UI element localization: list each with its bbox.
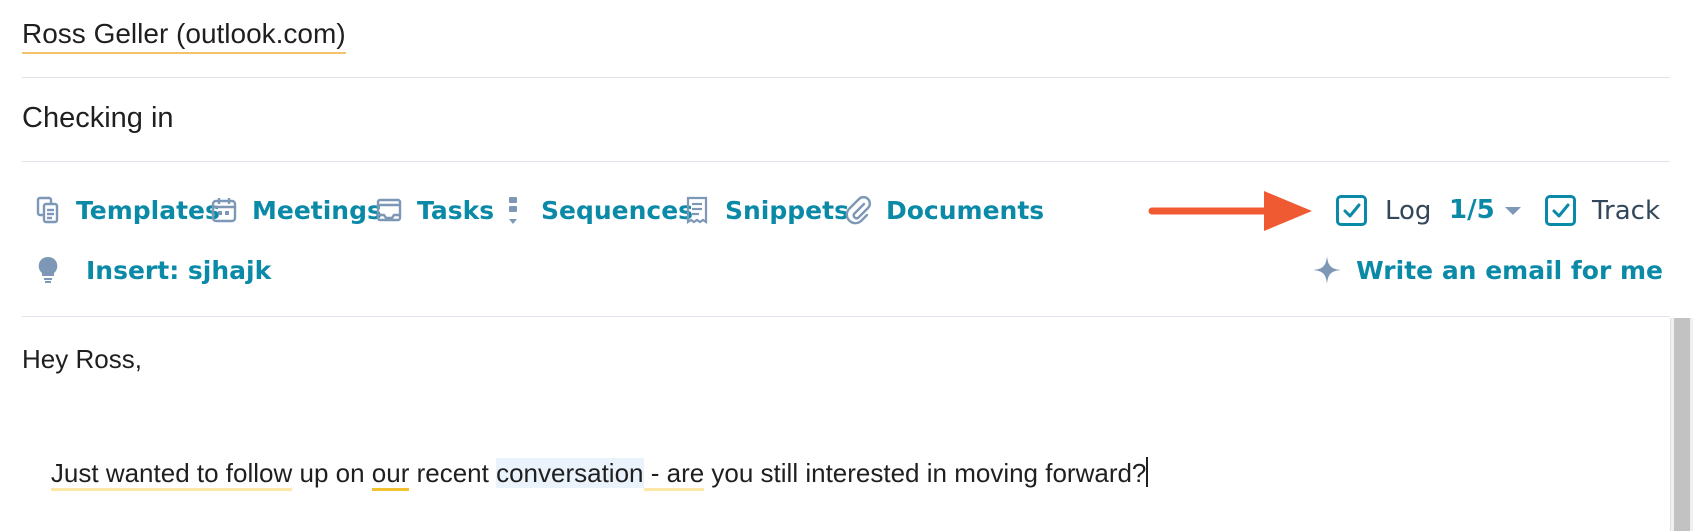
track-label: Track [1592, 196, 1661, 226]
snippets-icon [681, 194, 713, 226]
paperclip-icon [842, 194, 874, 226]
track-checkbox[interactable] [1545, 195, 1576, 226]
checkmark-icon [1343, 203, 1361, 218]
body-segment: wanted to follow [98, 458, 293, 491]
insert-label: Insert: sjhajk [86, 255, 272, 285]
body-segment: up on [292, 458, 372, 488]
log-label: Log [1385, 196, 1432, 226]
snippets-button[interactable]: Snippets [681, 185, 849, 235]
tasks-label: Tasks [417, 195, 495, 225]
write-email-label: Write an email for me [1356, 255, 1663, 285]
calendar-icon [208, 194, 240, 226]
body-greeting: Hey Ross, [22, 344, 142, 374]
meetings-label: Meetings [252, 195, 382, 225]
templates-button[interactable]: Templates [32, 185, 220, 235]
divider-toolbar [22, 316, 1670, 317]
log-checkbox[interactable] [1336, 195, 1367, 226]
insert-token-button[interactable]: Insert: sjhajk [32, 248, 271, 292]
documents-label: Documents [886, 195, 1045, 225]
snippets-label: Snippets [725, 195, 849, 225]
text-cursor [1146, 457, 1149, 487]
toolbar: Templates Meetings Tasks Sequences Snipp… [0, 185, 1695, 235]
chevron-down-icon[interactable] [1505, 207, 1521, 215]
sequences-icon [497, 194, 529, 226]
body-segment: - are [643, 458, 705, 491]
log-count-dropdown[interactable]: 1/5 [1449, 195, 1495, 225]
divider-to [22, 77, 1670, 78]
annotation-arrow-icon [1148, 191, 1312, 231]
checkmark-icon [1552, 203, 1570, 218]
sparkle-icon [1313, 256, 1342, 284]
to-row: Ross Geller (outlook.com) [0, 0, 1695, 78]
body-segment: our [371, 458, 410, 491]
email-body-editor[interactable]: Hey Ross, Just wanted to follow up on ou… [0, 318, 1670, 531]
body-segment: you still interested in moving forward? [704, 458, 1147, 488]
scrollbar-thumb[interactable] [1674, 318, 1690, 531]
body-segment: conversation [496, 458, 644, 488]
documents-button[interactable]: Documents [842, 185, 1044, 235]
lightbulb-icon [32, 254, 64, 286]
meetings-button[interactable]: Meetings [208, 185, 382, 235]
write-email-ai-button[interactable]: Write an email for me [1312, 248, 1663, 292]
body-segment: recent [409, 458, 497, 488]
tasks-icon [373, 194, 405, 226]
subject-field[interactable]: Checking in [22, 102, 174, 135]
body-segment: Just [50, 458, 99, 491]
body-scrollbar[interactable] [1670, 318, 1693, 531]
recipient-field[interactable]: Ross Geller (outlook.com) [22, 18, 346, 54]
templates-label: Templates [76, 195, 220, 225]
tasks-button[interactable]: Tasks [373, 185, 494, 235]
sequences-button[interactable]: Sequences [497, 185, 693, 235]
sequences-label: Sequences [541, 195, 694, 225]
insert-row: Insert: sjhajk Write an email for me [0, 248, 1695, 292]
divider-subject [22, 161, 1670, 162]
templates-icon [32, 194, 64, 226]
body-paragraph: Just wanted to follow up on our recent c… [22, 426, 1149, 520]
